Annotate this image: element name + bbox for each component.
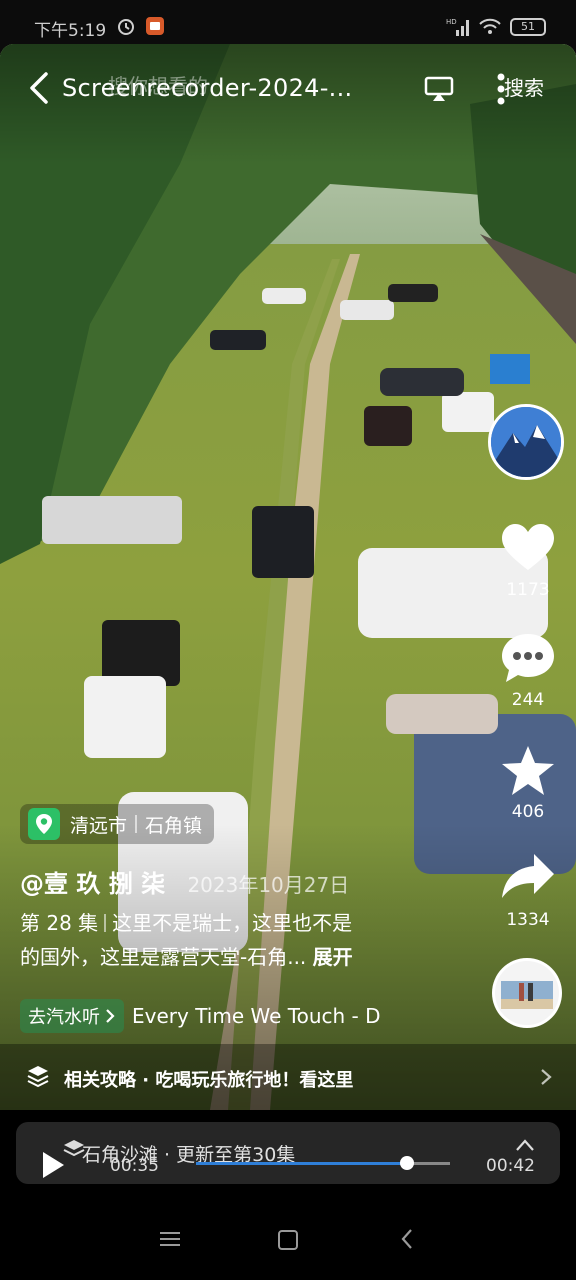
open-in-qishui-label: 去汽水听 <box>28 1007 100 1028</box>
expand-button[interactable]: 展开 <box>313 945 353 969</box>
location-tag[interactable]: 清远市 石角镇 <box>20 804 215 844</box>
total-time: 00:42 <box>486 1156 535 1176</box>
share-icon[interactable] <box>500 852 556 902</box>
cast-icon[interactable] <box>424 76 454 102</box>
system-back-icon[interactable] <box>400 1228 414 1250</box>
description-divider <box>104 914 107 932</box>
playlist-player-bar[interactable]: 石角沙滩 · 更新至第30集 00:35 00:42 <box>16 1122 560 1184</box>
location-town: 石角镇 <box>145 814 203 837</box>
share-count: 1334 <box>506 910 550 930</box>
description-line-1: 这里不是瑞士，这里也不是 <box>112 911 353 935</box>
related-guide-bar[interactable]: 相关攻略 · 吃喝玩乐旅行地！看这里 <box>0 1044 576 1110</box>
recent-apps-icon[interactable] <box>160 1230 180 1248</box>
battery-indicator: 51 <box>510 18 546 36</box>
comment-icon[interactable] <box>500 632 556 684</box>
top-shade <box>0 44 576 164</box>
music-title: Every Time We Touch - D <box>132 1004 381 1028</box>
system-nav-bar <box>0 1200 576 1280</box>
chevron-right-icon <box>541 1069 552 1085</box>
chevron-up-icon[interactable] <box>514 1138 536 1152</box>
related-guide-text: 相关攻略 · 吃喝玩乐旅行地！看这里 <box>64 1070 354 1091</box>
progress-slider[interactable] <box>196 1156 450 1170</box>
chevron-right-icon <box>106 1009 115 1023</box>
music-cover-image <box>495 961 559 1025</box>
author-name[interactable]: @壹 玖 捌 柒 <box>20 870 165 898</box>
favorite-count: 406 <box>511 802 545 822</box>
post-date: 2023年10月27日 <box>187 873 350 897</box>
video-description[interactable]: 第 28 集这里不是瑞士，这里也不是 的国外，这里是露营天堂-石角... 展开 <box>20 906 440 974</box>
search-button[interactable]: 搜索 <box>504 72 544 101</box>
more-options-icon[interactable] <box>496 72 506 106</box>
screen-record-icon <box>146 17 164 35</box>
signal-icon: HD <box>446 18 469 36</box>
layers-icon <box>27 1066 49 1088</box>
alarm-icon <box>118 19 134 35</box>
like-count: 1173 <box>506 580 550 600</box>
description-line-2: 的国外，这里是露营天堂-石角... <box>20 945 307 969</box>
episode-label: 第 28 集 <box>20 911 99 935</box>
location-divider <box>135 815 138 833</box>
location-pin-icon <box>28 808 60 840</box>
video-title: Screenrecorder-2024-... <box>62 74 353 102</box>
music-disc[interactable] <box>492 958 562 1028</box>
progress-fill <box>196 1162 407 1165</box>
favorite-star-icon[interactable] <box>500 744 556 798</box>
music-row[interactable]: 去汽水听 Every Time We Touch - D <box>20 998 404 1034</box>
comment-count: 244 <box>511 690 545 710</box>
play-icon[interactable] <box>40 1150 66 1180</box>
home-icon[interactable] <box>278 1230 298 1250</box>
like-icon[interactable] <box>500 522 556 574</box>
svg-text:HD: HD <box>446 18 457 26</box>
current-time: 00:35 <box>110 1156 159 1176</box>
author-avatar[interactable] <box>488 404 564 480</box>
open-in-qishui-button[interactable]: 去汽水听 <box>20 999 124 1033</box>
status-time: 下午5:19 <box>34 21 107 41</box>
author-line: @壹 玖 捌 柒 2023年10月27日 <box>20 864 349 899</box>
mountain-avatar-image <box>491 407 561 477</box>
back-icon[interactable] <box>26 70 54 106</box>
location-city: 清远市 <box>70 814 128 837</box>
progress-thumb[interactable] <box>399 1156 414 1170</box>
video-player[interactable]: 搜你想看的 Screenrecorder-2024-... 搜索 1173 24… <box>0 44 576 1110</box>
wifi-icon <box>479 18 501 34</box>
